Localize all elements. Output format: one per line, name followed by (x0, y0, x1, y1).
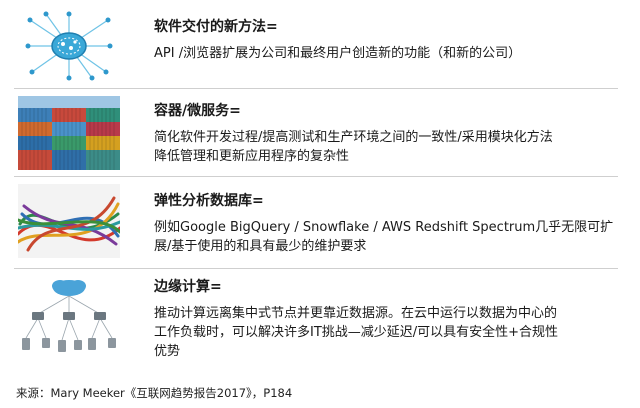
divider (14, 268, 618, 269)
item-text: 容器/微服务= 简化软件开发过程/提高测试和生产环境之间的一致性/采用模块化方法… (154, 102, 618, 166)
item-edge-computing: 边缘计算= 推动计算远离集中式节点并更靠近数据源。在云中运行以数据为中心的 工作… (14, 272, 618, 372)
item-text: 边缘计算= 推动计算远离集中式节点并更靠近数据源。在云中运行以数据为中心的 工作… (154, 278, 618, 361)
item-software-delivery: 软件交付的新方法= API /浏览器扩展为公司和最终用户创造新的功能（和新的公司… (14, 6, 618, 86)
rubber-bands-photo (18, 184, 120, 258)
divider (14, 88, 618, 89)
item-text: 弹性分析数据库= 例如Google BigQuery / Snowflake /… (154, 192, 618, 256)
api-network-icon (18, 10, 120, 82)
desc-line: 展/基于使用的和具有最少的维护要求 (154, 239, 367, 254)
desc-line: 推动计算远离集中式节点并更靠近数据源。在云中运行以数据为中心的 (154, 306, 558, 321)
item-title: 边缘计算= (154, 279, 222, 295)
desc-line: 例如Google BigQuery / Snowflake / AWS Reds… (154, 220, 614, 235)
desc-line: 优势 (154, 344, 181, 359)
desc-line: API /浏览器扩展为公司和最终用户创造新的功能（和新的公司） (154, 46, 522, 61)
source-citation: 来源：Mary Meeker《互联网趋势报告2017》，P184 (16, 386, 293, 400)
shipping-containers-photo (18, 96, 120, 170)
edge-computing-diagram (18, 274, 120, 360)
item-description: 推动计算远离集中式节点并更靠近数据源。在云中运行以数据为中心的 工作负载时，可以… (154, 304, 618, 361)
item-containers: 容器/微服务= 简化软件开发过程/提高测试和生产环境之间的一致性/采用模块化方法… (14, 96, 618, 176)
item-title: 弹性分析数据库= (154, 193, 264, 209)
item-title: 软件交付的新方法= (154, 19, 278, 35)
item-elastic-databases: 弹性分析数据库= 例如Google BigQuery / Snowflake /… (14, 182, 618, 266)
item-description: 简化软件开发过程/提高测试和生产环境之间的一致性/采用模块化方法 降低管理和更新… (154, 128, 618, 166)
item-description: 例如Google BigQuery / Snowflake / AWS Reds… (154, 218, 618, 256)
desc-line: 工作负载时，可以解决许多IT挑战—减少延迟/可以具有安全性+合规性 (154, 325, 559, 340)
desc-line: 降低管理和更新应用程序的复杂性 (154, 149, 350, 164)
item-title: 容器/微服务= (154, 103, 241, 119)
desc-line: 简化软件开发过程/提高测试和生产环境之间的一致性/采用模块化方法 (154, 130, 553, 145)
item-text: 软件交付的新方法= API /浏览器扩展为公司和最终用户创造新的功能（和新的公司… (154, 18, 618, 63)
divider (14, 176, 618, 177)
item-description: API /浏览器扩展为公司和最终用户创造新的功能（和新的公司） (154, 44, 618, 63)
